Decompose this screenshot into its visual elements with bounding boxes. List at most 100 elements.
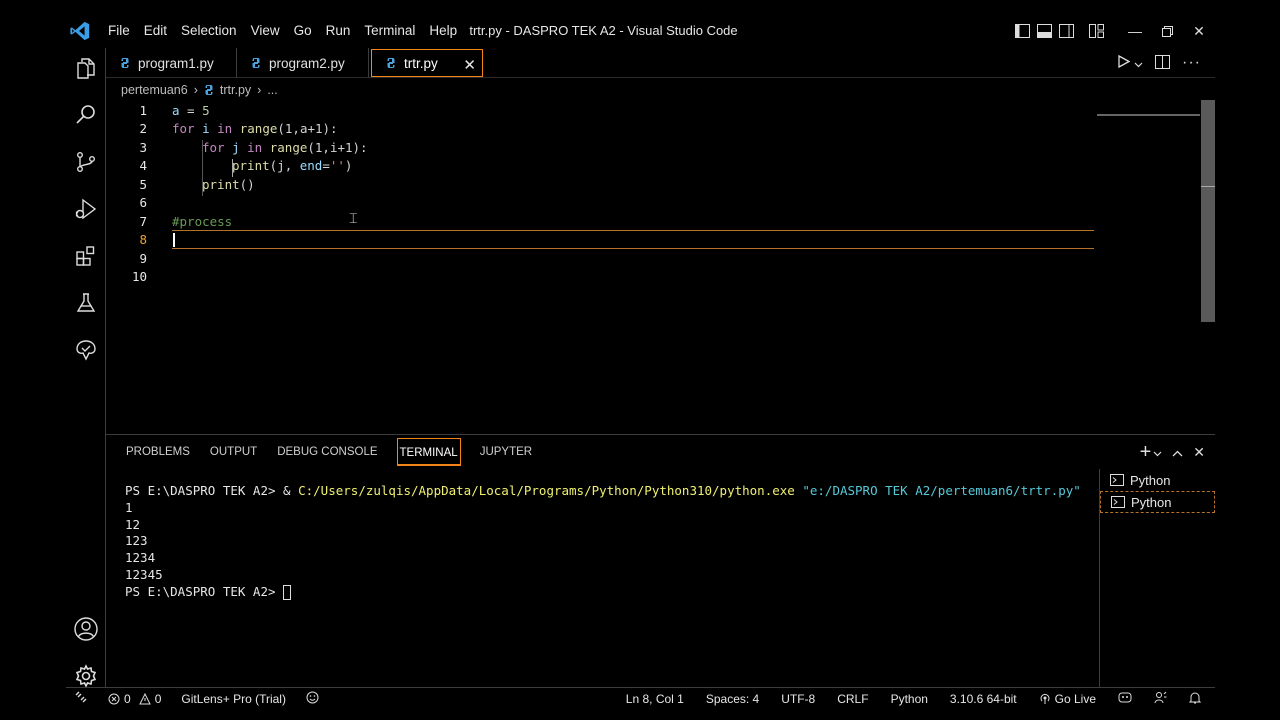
terminal-list-item[interactable]: Python — [1100, 469, 1215, 491]
code-line: 1 a = 5 — [106, 101, 1166, 120]
chevron-down-icon[interactable] — [1153, 444, 1162, 460]
terminal-output-line: 1 — [125, 499, 133, 515]
tab-label: program1.py — [138, 55, 214, 71]
menu-run[interactable]: Run — [319, 14, 358, 48]
line-number: 4 — [139, 158, 147, 174]
notifications-bell-icon[interactable] — [1188, 691, 1202, 707]
toggle-panel-icon[interactable] — [1033, 14, 1055, 48]
terminal-output[interactable]: PS E:\DASPRO TEK A2> & C:/Users/zulqis/A… — [125, 483, 1081, 601]
python-file-icon — [252, 58, 260, 68]
minimap[interactable] — [1097, 114, 1200, 116]
source-control-icon[interactable] — [66, 142, 106, 182]
code-editor[interactable]: 1 a = 5 2 for i in range(1,a+1): 3 for j… — [106, 100, 1215, 434]
remote-indicator-icon[interactable] — [74, 690, 88, 707]
scrollbar-cursor-marker — [1201, 186, 1215, 187]
terminal-list-item-selected[interactable]: Python — [1100, 491, 1215, 513]
chevron-down-icon[interactable] — [1134, 56, 1143, 71]
tab-label: trtr.py — [404, 55, 438, 71]
menu-selection[interactable]: Selection — [174, 14, 244, 48]
error-icon — [108, 693, 120, 704]
line-number: 9 — [139, 250, 147, 266]
new-terminal-icon[interactable]: + — [1140, 442, 1152, 462]
split-editor-icon[interactable] — [1155, 54, 1171, 72]
breadcrumb-symbols[interactable]: ... — [267, 83, 277, 97]
explorer-icon[interactable] — [66, 48, 106, 88]
eol-status[interactable]: CRLF — [837, 692, 868, 706]
panel-tabs: PROBLEMS OUTPUT DEBUG CONSOLE TERMINAL J… — [125, 435, 551, 469]
editor-tabs: program1.py program2.py trtr.py ✕ ··· — [106, 48, 1215, 78]
search-icon[interactable] — [66, 95, 106, 135]
code-line: 7 #process — [106, 212, 1166, 231]
editor-actions: ··· — [1118, 48, 1201, 78]
terminal-cursor — [283, 584, 292, 600]
python-file-icon — [121, 58, 129, 68]
problems-status[interactable]: 0 0 — [108, 692, 161, 706]
customize-layout-icon[interactable] — [1085, 14, 1107, 48]
extensions-icon[interactable] — [66, 236, 106, 276]
tab-debug-console[interactable]: DEBUG CONSOLE — [276, 438, 378, 466]
menu-go[interactable]: Go — [287, 14, 319, 48]
gitlens-status[interactable]: GitLens+ Pro (Trial) — [181, 692, 286, 706]
menu-view[interactable]: View — [244, 14, 287, 48]
editor-scrollbar[interactable] — [1201, 100, 1215, 322]
breadcrumb-folder[interactable]: pertemuan6 — [121, 83, 188, 97]
code-line: 2 for i in range(1,a+1): — [106, 120, 1166, 139]
code-line: 5 print() — [106, 175, 1166, 194]
panel-actions: + ✕ — [1140, 435, 1205, 469]
tab-trtr[interactable]: trtr.py ✕ — [371, 49, 483, 77]
tab-program2[interactable]: program2.py — [237, 48, 369, 78]
line-number: 7 — [139, 213, 147, 229]
code-line: 3 for j in range(1,i+1): — [106, 138, 1166, 157]
python-file-icon — [387, 58, 395, 68]
run-and-debug-icon[interactable] — [66, 189, 106, 229]
code-line: 4 print(j, end='') — [106, 157, 1166, 176]
line-number: 5 — [139, 176, 147, 192]
menu-file[interactable]: File — [101, 14, 137, 48]
line-number: 8 — [139, 232, 147, 248]
menu-edit[interactable]: Edit — [137, 14, 174, 48]
terminal-list: Python Python — [1099, 469, 1215, 688]
warning-icon — [138, 692, 151, 704]
go-live-button[interactable]: Go Live — [1039, 692, 1096, 706]
accounts-icon[interactable] — [66, 609, 106, 649]
python-interpreter[interactable]: 3.10.6 64-bit — [950, 692, 1017, 706]
remote-explorer-icon[interactable] — [66, 330, 106, 370]
menu-bar: File Edit Selection View Go Run Terminal… — [101, 14, 464, 48]
line-number: 3 — [139, 139, 147, 155]
tab-jupyter[interactable]: JUPYTER — [479, 438, 533, 466]
terminal-output-line: 123 — [125, 533, 148, 549]
restore-button[interactable] — [1151, 14, 1183, 48]
chevron-right-icon: › — [257, 83, 262, 97]
tab-problems[interactable]: PROBLEMS — [125, 438, 191, 466]
minimize-button[interactable]: — — [1119, 14, 1151, 48]
breadcrumb-file[interactable]: trtr.py — [220, 83, 251, 97]
indentation-status[interactable]: Spaces: 4 — [706, 692, 759, 706]
toggle-primary-sidebar-icon[interactable] — [1011, 14, 1033, 48]
maximize-panel-icon[interactable] — [1172, 444, 1183, 460]
close-window-button[interactable]: ✕ — [1183, 14, 1215, 48]
feedback-smiley-icon[interactable] — [306, 691, 319, 707]
menu-terminal[interactable]: Terminal — [357, 14, 422, 48]
account-broadcast-icon[interactable] — [1154, 691, 1167, 707]
cursor-position[interactable]: Ln 8, Col 1 — [626, 692, 684, 706]
vscode-logo-icon — [70, 21, 90, 41]
tab-terminal[interactable]: TERMINAL — [396, 438, 461, 466]
line-number: 2 — [139, 121, 147, 137]
close-tab-icon[interactable]: ✕ — [463, 56, 476, 74]
line-number: 6 — [139, 195, 147, 211]
window-title: trtr.py - DASPRO TEK A2 - Visual Studio … — [469, 23, 738, 38]
copilot-icon[interactable] — [1118, 691, 1132, 706]
tab-program1[interactable]: program1.py — [106, 48, 237, 78]
more-actions-icon[interactable]: ··· — [1182, 54, 1201, 72]
testing-icon[interactable] — [66, 283, 106, 323]
tab-output[interactable]: OUTPUT — [209, 438, 258, 466]
mouse-ibeam-icon: ⌶ — [349, 211, 358, 227]
status-bar: 0 0 GitLens+ Pro (Trial) Ln 8, Col 1 Spa… — [66, 687, 1215, 708]
language-mode[interactable]: Python — [891, 692, 928, 706]
code-line: 6 — [106, 194, 1166, 213]
close-panel-icon[interactable]: ✕ — [1193, 444, 1205, 461]
run-python-file-icon[interactable] — [1118, 54, 1131, 71]
toggle-secondary-sidebar-icon[interactable] — [1055, 14, 1077, 48]
code-line: 8 — [106, 231, 1166, 250]
encoding-status[interactable]: UTF-8 — [781, 692, 815, 706]
